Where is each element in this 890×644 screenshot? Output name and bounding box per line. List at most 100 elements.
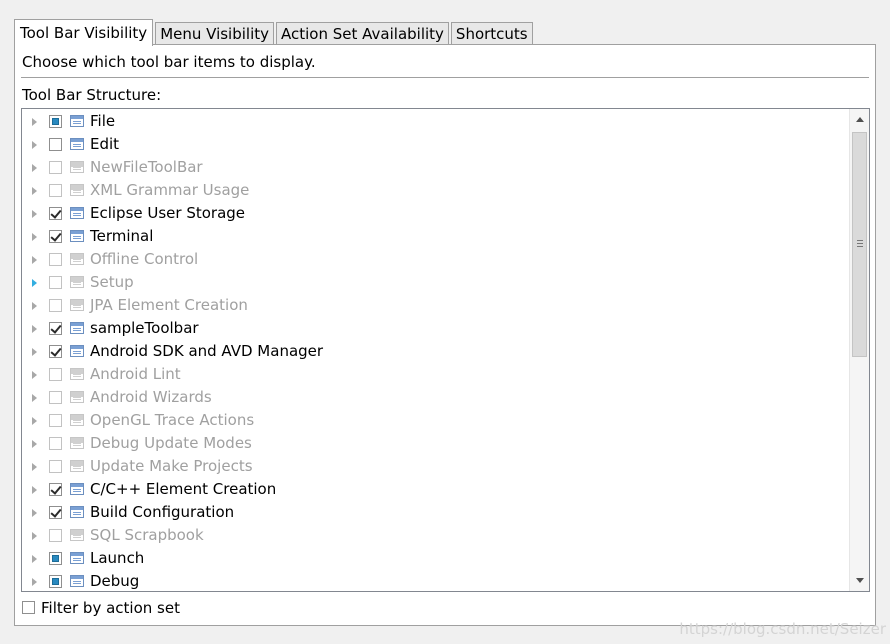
tool-bar-structure-label: Tool Bar Structure: xyxy=(22,86,162,104)
tree-item[interactable]: Terminal xyxy=(22,226,849,249)
tree-item[interactable]: Android Lint xyxy=(22,364,849,387)
tool-bar-structure-tree[interactable]: File Edit NewFileToolBar XML Grammar Usage E… xyxy=(21,108,870,592)
expand-arrow-icon[interactable] xyxy=(32,348,37,356)
toolbar-icon xyxy=(70,253,84,265)
tree-item-checkbox[interactable] xyxy=(49,552,62,565)
expand-arrow-icon[interactable] xyxy=(32,417,37,425)
tree-item[interactable]: Edit xyxy=(22,134,849,157)
tree-item-label: XML Grammar Usage xyxy=(90,181,250,199)
tree-item[interactable]: C/C++ Element Creation xyxy=(22,479,849,502)
tree-item-checkbox[interactable] xyxy=(49,483,62,496)
tree-item-checkbox[interactable] xyxy=(49,391,62,404)
tree-item-checkbox[interactable] xyxy=(49,437,62,450)
tree-item[interactable]: Debug Update Modes xyxy=(22,433,849,456)
vertical-scrollbar[interactable] xyxy=(849,109,869,591)
tree-item-checkbox[interactable] xyxy=(49,230,62,243)
tree-item[interactable]: Setup xyxy=(22,272,849,295)
toolbar-icon xyxy=(70,115,84,127)
toolbar-icon xyxy=(70,207,84,219)
watermark-text: https://blog.csdn.net/Seizer xyxy=(679,620,886,638)
tree-item-checkbox[interactable] xyxy=(49,138,62,151)
tree-item-checkbox[interactable] xyxy=(49,460,62,473)
tab-tool-bar-visibility[interactable]: Tool Bar Visibility xyxy=(14,19,154,46)
tree-item-checkbox[interactable] xyxy=(49,253,62,266)
tree-item-label: Build Configuration xyxy=(90,503,235,521)
expand-arrow-icon[interactable] xyxy=(32,187,37,195)
expand-arrow-icon[interactable] xyxy=(32,371,37,379)
scroll-up-button[interactable] xyxy=(850,109,869,129)
tab-menu-visibility[interactable]: Menu Visibility xyxy=(155,22,275,45)
expand-arrow-icon[interactable] xyxy=(32,394,37,402)
tree-item-checkbox[interactable] xyxy=(49,161,62,174)
expand-arrow-icon[interactable] xyxy=(32,302,37,310)
tree-item[interactable]: JPA Element Creation xyxy=(22,295,849,318)
tab-action-set-availability[interactable]: Action Set Availability xyxy=(276,22,449,45)
tab-bar: Tool Bar Visibility Menu Visibility Acti… xyxy=(14,18,535,46)
tree-item-checkbox[interactable] xyxy=(49,506,62,519)
tree-item-checkbox[interactable] xyxy=(49,529,62,542)
tree-item-checkbox[interactable] xyxy=(49,207,62,220)
tree-item-label: C/C++ Element Creation xyxy=(90,480,277,498)
expand-arrow-icon[interactable] xyxy=(32,578,37,586)
tree-item[interactable]: Launch xyxy=(22,548,849,571)
tab-shortcuts[interactable]: Shortcuts xyxy=(450,22,533,45)
expand-arrow-icon[interactable] xyxy=(32,509,37,517)
expand-arrow-icon[interactable] xyxy=(32,325,37,333)
tree-item-label: Setup xyxy=(90,273,134,291)
expand-arrow-icon[interactable] xyxy=(32,118,37,126)
expand-arrow-icon[interactable] xyxy=(32,233,37,241)
expand-arrow-icon[interactable] xyxy=(32,141,37,149)
tree-item-label: Update Make Projects xyxy=(90,457,253,475)
arrow-down-icon xyxy=(856,578,864,583)
filter-checkbox[interactable] xyxy=(22,601,35,614)
tree-item[interactable]: Build Configuration xyxy=(22,502,849,525)
toolbar-icon xyxy=(70,460,84,472)
tree-item-checkbox[interactable] xyxy=(49,115,62,128)
tree-item-checkbox[interactable] xyxy=(49,322,62,335)
toolbar-icon xyxy=(70,575,84,587)
tree-item-checkbox[interactable] xyxy=(49,368,62,381)
tree-item-label: Edit xyxy=(90,135,120,153)
tree-item[interactable]: Update Make Projects xyxy=(22,456,849,479)
expand-arrow-icon[interactable] xyxy=(32,463,37,471)
tree-item[interactable]: sampleToolbar xyxy=(22,318,849,341)
tree-item[interactable]: NewFileToolBar xyxy=(22,157,849,180)
tree-item-label: Debug Update Modes xyxy=(90,434,252,452)
toolbar-icon xyxy=(70,506,84,518)
tree-item-checkbox[interactable] xyxy=(49,299,62,312)
tree-item[interactable]: Android SDK and AVD Manager xyxy=(22,341,849,364)
toolbar-icon xyxy=(70,414,84,426)
scrollbar-thumb[interactable] xyxy=(852,132,867,357)
scroll-down-button[interactable] xyxy=(850,571,869,591)
toolbar-icon xyxy=(70,483,84,495)
toolbar-icon xyxy=(70,345,84,357)
expand-arrow-icon[interactable] xyxy=(32,210,37,218)
tree-item-checkbox[interactable] xyxy=(49,345,62,358)
tree-item[interactable]: Eclipse User Storage xyxy=(22,203,849,226)
tree-item-label: Terminal xyxy=(90,227,154,245)
expand-arrow-icon[interactable] xyxy=(32,256,37,264)
tree-item-checkbox[interactable] xyxy=(49,575,62,588)
toolbar-icon xyxy=(70,138,84,150)
tree-item[interactable]: SQL Scrapbook xyxy=(22,525,849,548)
expand-arrow-icon[interactable] xyxy=(32,555,37,563)
tab-panel: Choose which tool bar items to display. … xyxy=(14,44,876,626)
tree-item[interactable]: Offline Control xyxy=(22,249,849,272)
tree-item[interactable]: Android Wizards xyxy=(22,387,849,410)
expand-arrow-icon[interactable] xyxy=(32,440,37,448)
tree-item[interactable]: OpenGL Trace Actions xyxy=(22,410,849,433)
tree-item-checkbox[interactable] xyxy=(49,276,62,289)
tree-item[interactable]: File xyxy=(22,111,849,134)
expand-arrow-icon[interactable] xyxy=(32,486,37,494)
toolbar-icon xyxy=(70,437,84,449)
separator xyxy=(21,77,869,78)
tree-item-checkbox[interactable] xyxy=(49,414,62,427)
tree-item-checkbox[interactable] xyxy=(49,184,62,197)
tree-item[interactable]: XML Grammar Usage xyxy=(22,180,849,203)
expand-arrow-icon[interactable] xyxy=(32,532,37,540)
tree-item-label: Android Lint xyxy=(90,365,181,383)
expand-arrow-icon[interactable] xyxy=(32,279,37,287)
tree-item[interactable]: Debug xyxy=(22,571,849,591)
filter-label: Filter by action set xyxy=(41,599,180,617)
expand-arrow-icon[interactable] xyxy=(32,164,37,172)
